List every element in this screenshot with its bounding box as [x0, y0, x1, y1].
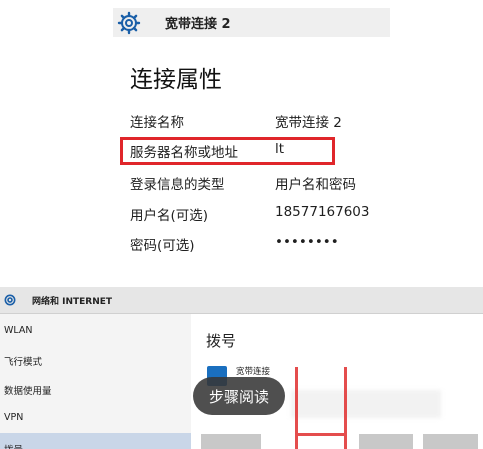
red-annotation [295, 367, 347, 449]
property-row-connection-name: 连接名称 宽带连接 2 [130, 108, 390, 134]
sidebar-item-vpn[interactable]: VPN [0, 403, 191, 433]
step-read-badge[interactable]: 步骤阅读 [193, 377, 285, 415]
property-key: 用户名(可选) [130, 208, 209, 224]
sidebar-item-label: WLAN [4, 325, 33, 336]
property-value: •••••••• [275, 234, 339, 250]
property-row-login-type: 登录信息的类型 用户名和密码 [130, 170, 390, 196]
action-button[interactable] [359, 434, 413, 449]
action-button[interactable] [201, 434, 261, 449]
step-read-label: 步骤阅读 [208, 387, 269, 406]
property-key: 密码(可选) [130, 238, 195, 254]
settings-window: 网络和 INTERNET WLAN 飞行模式 数据使用量 VPN 拨号 拨号 宽… [0, 287, 483, 449]
content-title: 拨号 [206, 332, 237, 350]
sidebar-item-data-usage[interactable]: 数据使用量 [0, 374, 191, 404]
sidebar-item-wlan[interactable]: WLAN [0, 316, 191, 346]
sidebar-item-label: VPN [4, 412, 24, 423]
panel-header: 宽带连接 2 [113, 8, 390, 37]
property-key: 登录信息的类型 [130, 177, 225, 193]
gear-icon [4, 294, 16, 306]
section-title: 连接属性 [130, 67, 222, 93]
window-title: 网络和 INTERNET [32, 297, 113, 307]
gear-icon [117, 11, 141, 34]
sidebar-item-label: 数据使用量 [4, 386, 52, 397]
window-header: 网络和 INTERNET [0, 287, 483, 314]
panel-header-title: 宽带连接 2 [165, 17, 231, 32]
sidebar-item-airplane-mode[interactable]: 飞行模式 [0, 345, 191, 375]
property-value: 用户名和密码 [275, 177, 356, 193]
property-row-password: 密码(可选) •••••••• [130, 231, 390, 257]
connection-label[interactable]: 宽带连接 [236, 365, 270, 377]
action-button[interactable] [423, 434, 478, 449]
highlight-box [120, 137, 335, 165]
sidebar-item-dialup[interactable]: 拨号 [0, 433, 191, 449]
property-value: 宽带连接 2 [275, 115, 342, 131]
property-key: 连接名称 [130, 115, 184, 131]
property-row-username: 用户名(可选) 18577167603 [130, 201, 390, 227]
sidebar-item-label: 拨号 [4, 442, 23, 449]
property-value: 18577167603 [275, 204, 370, 220]
sidebar: WLAN 飞行模式 数据使用量 VPN 拨号 [0, 314, 191, 449]
sidebar-item-label: 飞行模式 [4, 357, 43, 368]
